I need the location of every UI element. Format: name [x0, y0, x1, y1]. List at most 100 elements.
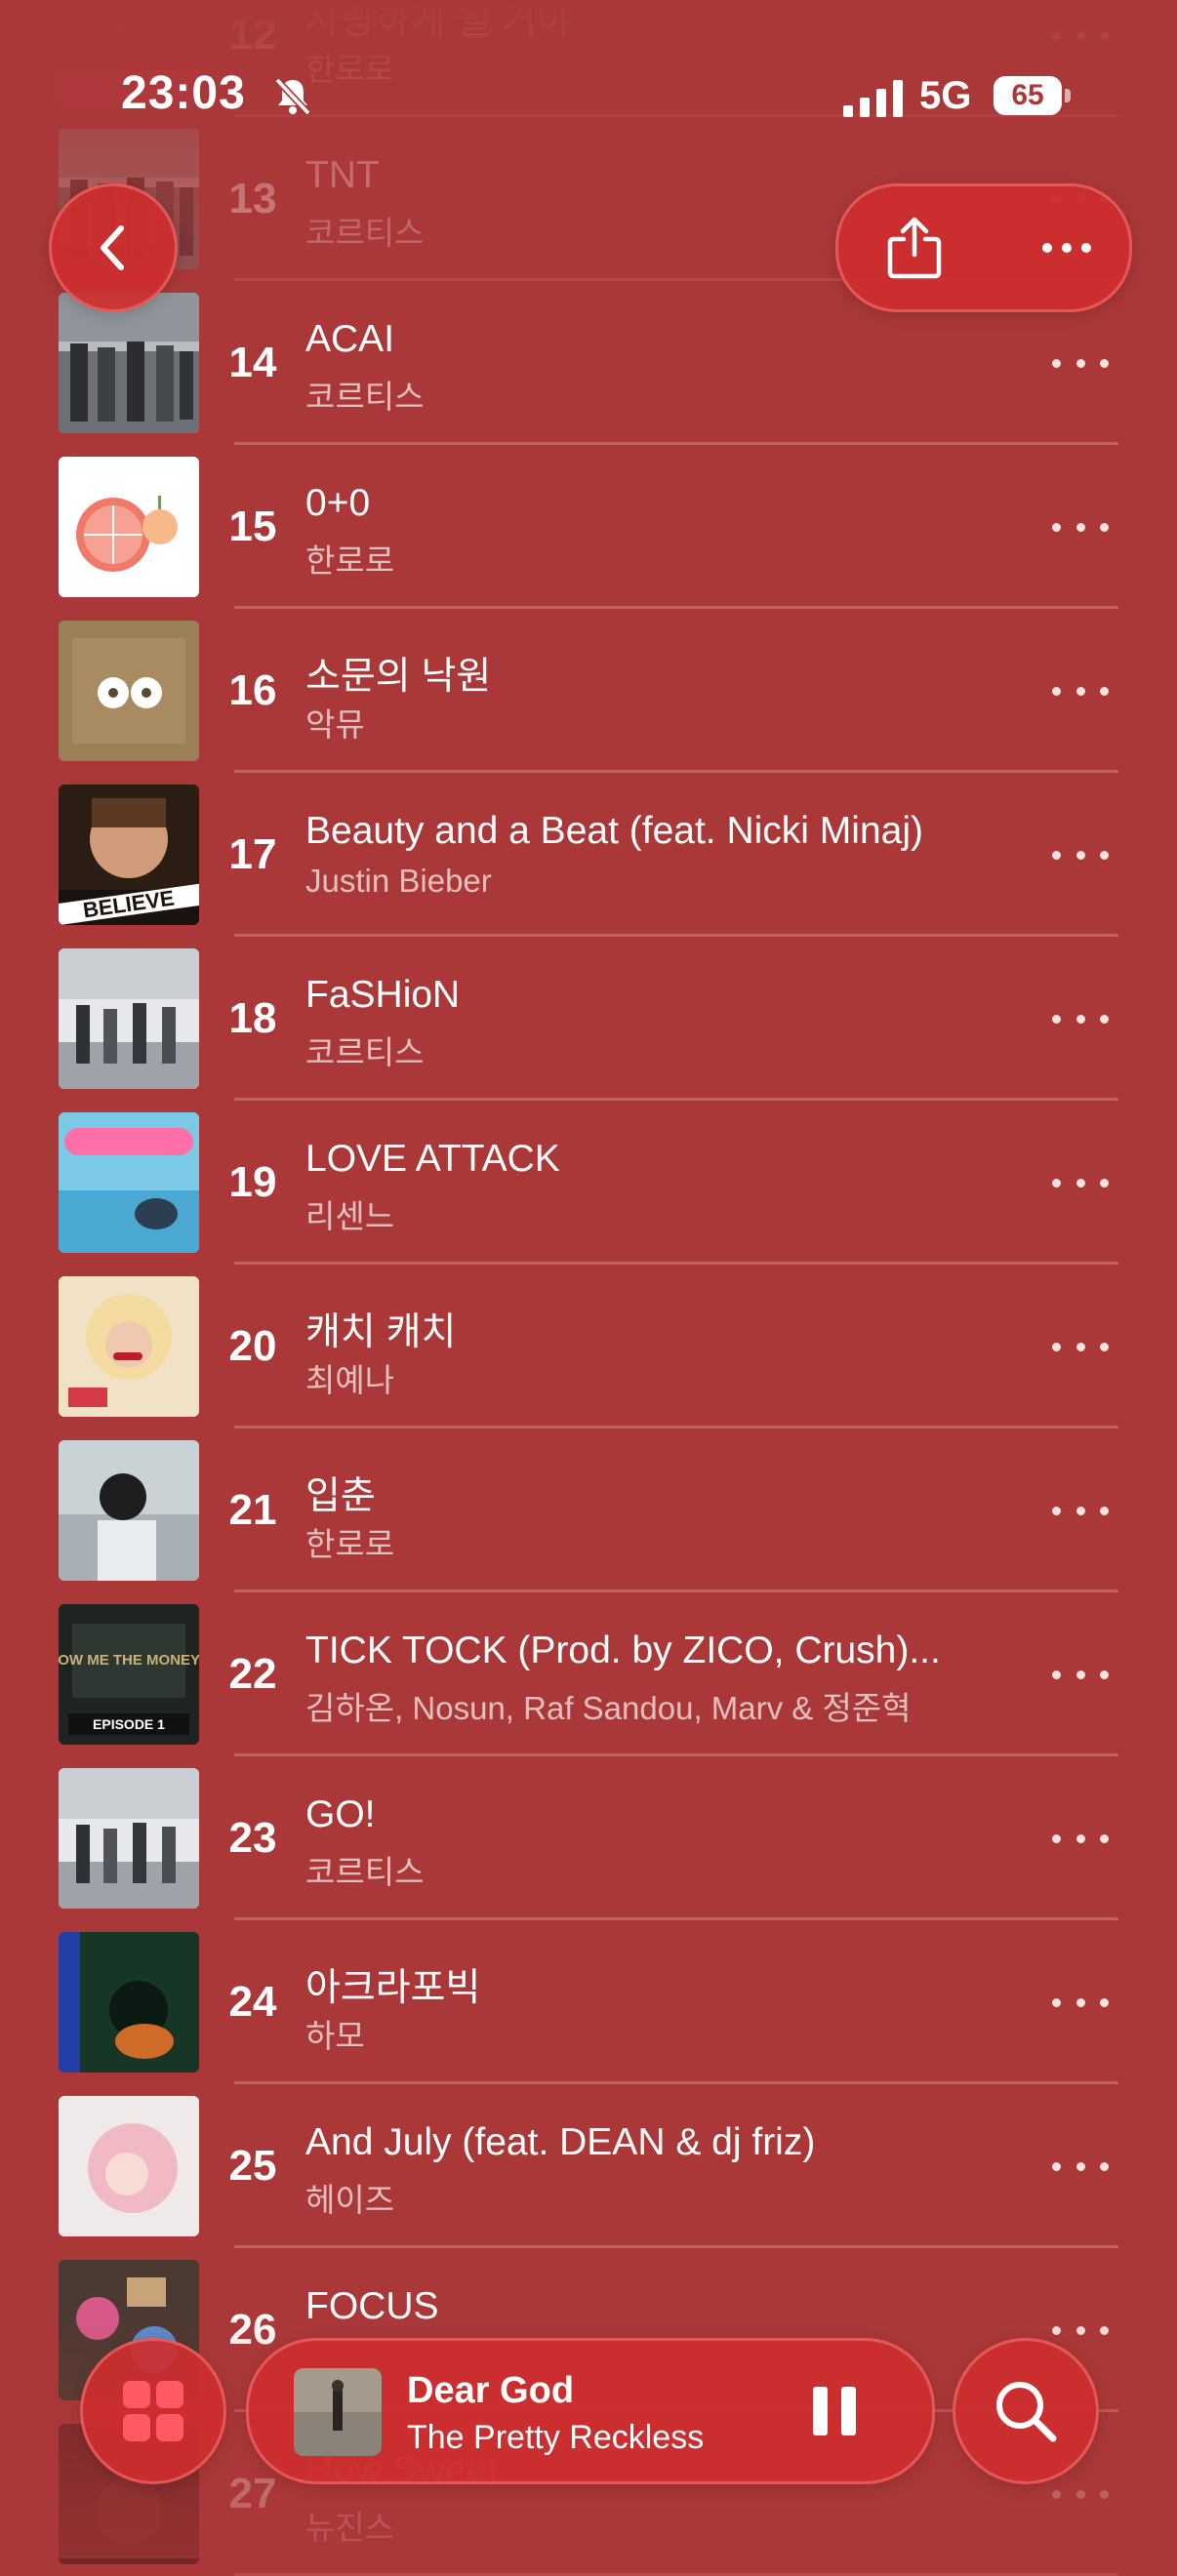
track-number: 21: [228, 1486, 277, 1534]
library-grid-icon: [123, 2381, 183, 2441]
more-icon: [1052, 2161, 1061, 2171]
album-art: [59, 1932, 199, 2073]
album-art: [59, 948, 199, 1089]
track-number: 14: [228, 339, 277, 386]
track-row[interactable]: SHOW ME THE MONEY 12 EPISODE 1 22 TICK TOCK…: [0, 1592, 1177, 1756]
search-icon: [996, 2382, 1057, 2442]
track-title: 0+0: [305, 482, 371, 524]
track-number: 16: [228, 666, 277, 714]
more-icon: [1052, 1506, 1061, 1515]
more-icon: [1052, 850, 1061, 860]
track-row[interactable]: 15 0+0 한로로: [0, 445, 1177, 609]
track-row[interactable]: BELIEVE 17 Beauty and a Beat (feat. Nicki …: [0, 773, 1177, 937]
track-row[interactable]: 16 소문의 낙원악뮤: [0, 609, 1177, 773]
track-title: ACAI: [305, 318, 395, 360]
track-row[interactable]: 24 아크라포빅하모: [0, 1920, 1177, 2084]
status-bar: 23:03 5G 65: [0, 0, 1177, 195]
track-more-button[interactable]: [1052, 509, 1109, 544]
track-artist: 김하온, Nosun, Raf Sandou, Marv & 정준혁: [305, 1690, 912, 1726]
more-icon: [1052, 1014, 1061, 1024]
track-more-button[interactable]: [1052, 1329, 1109, 1364]
track-title: GO!: [305, 1793, 376, 1835]
status-time: 23:03: [121, 67, 246, 119]
track-title: 입춘: [305, 1475, 376, 1517]
now-playing-artwork: [294, 2368, 382, 2456]
track-artist: 코르티스: [305, 379, 425, 415]
track-artist: 한로로: [305, 543, 395, 579]
network-type: 5G: [919, 74, 972, 117]
track-artist: 악뮤: [305, 706, 365, 743]
track-title: 캐치 캐치: [305, 1311, 457, 1353]
back-chevron-icon: [101, 225, 124, 270]
now-playing-title: Dear God: [407, 2370, 575, 2411]
track-artist: 하모: [305, 2018, 365, 2054]
track-artist: 한로로: [305, 1526, 395, 1562]
now-playing-bar[interactable]: Dear God The Pretty Reckless: [246, 2338, 935, 2484]
more-icon: [1052, 1178, 1061, 1187]
track-number: 18: [228, 994, 277, 1042]
battery-tip: [1065, 89, 1071, 102]
pause-icon: [813, 2387, 828, 2435]
track-artist: Justin Bieber: [305, 863, 492, 899]
track-row[interactable]: 19 LOVE ATTACK 리센느: [0, 1101, 1177, 1265]
track-title: And July (feat. DEAN & dj friz): [305, 2121, 816, 2163]
track-more-button[interactable]: [1052, 1985, 1109, 2020]
track-number: 15: [228, 503, 277, 550]
track-more-button[interactable]: [1052, 1001, 1109, 1036]
more-icon: [1052, 358, 1061, 368]
album-art: [59, 293, 199, 433]
track-more-button[interactable]: [1052, 1493, 1109, 1528]
track-more-button[interactable]: [1052, 837, 1109, 872]
track-number: 25: [228, 2142, 277, 2190]
track-row[interactable]: 20 캐치 캐치 최예나: [0, 1265, 1177, 1429]
pause-button[interactable]: [803, 2380, 866, 2442]
share-button[interactable]: [877, 211, 952, 285]
track-title: Beauty and a Beat (feat. Nicki Minaj): [305, 810, 923, 852]
album-art: [59, 2096, 199, 2236]
track-number: 19: [228, 1158, 277, 1206]
more-icon: [1052, 1833, 1061, 1843]
battery-icon: 65: [994, 76, 1072, 115]
track-more-button[interactable]: [1052, 1821, 1109, 1856]
track-title: TICK TOCK (Prod. by ZICO, Crush)...: [305, 1630, 941, 1671]
track-artist: 코르티스: [305, 1034, 425, 1070]
signal-bars-icon: [843, 80, 903, 117]
album-art: [59, 1440, 199, 1581]
track-title: FaSHioN: [305, 974, 461, 1016]
track-artist: 코르티스: [305, 1854, 425, 1890]
share-icon: [887, 217, 942, 279]
more-icon: [1042, 243, 1052, 253]
search-button[interactable]: [953, 2338, 1099, 2484]
album-art: [59, 1276, 199, 1417]
track-row[interactable]: 23 GO! 코르티스: [0, 1756, 1177, 1920]
svg-text:SHOW ME THE MONEY 12: SHOW ME THE MONEY 12: [59, 1652, 199, 1669]
album-art: [59, 1112, 199, 1253]
library-button[interactable]: [80, 2338, 226, 2484]
track-title: 아크라포빅: [305, 1967, 481, 2009]
track-more-button[interactable]: [1052, 1657, 1109, 1692]
back-button[interactable]: [49, 183, 178, 312]
track-more-button[interactable]: [1052, 2149, 1109, 2184]
track-row[interactable]: 25 And July (feat. DEAN & dj friz) 헤이즈: [0, 2084, 1177, 2248]
more-icon: [1052, 1342, 1061, 1351]
now-playing-artist: The Pretty Reckless: [407, 2419, 705, 2456]
album-art: BELIEVE: [59, 785, 199, 925]
more-icon: [1052, 522, 1061, 532]
header-actions: [835, 183, 1132, 312]
track-title: 소문의 낙원: [305, 656, 492, 698]
track-row[interactable]: 18 FaSHioN 코르티스: [0, 937, 1177, 1101]
bell-slash-icon: [274, 77, 311, 116]
track-number: 20: [228, 1322, 277, 1370]
more-button[interactable]: [1030, 211, 1104, 285]
track-number: 24: [228, 1978, 277, 2026]
track-row[interactable]: 21 입춘한로로: [0, 1429, 1177, 1592]
svg-text:EPISODE 1: EPISODE 1: [93, 1716, 165, 1732]
track-more-button[interactable]: [1052, 345, 1109, 381]
more-icon: [1052, 686, 1061, 696]
battery-level: 65: [994, 76, 1062, 115]
more-icon: [1052, 1670, 1061, 1679]
track-more-button[interactable]: [1052, 673, 1109, 708]
album-art: [59, 1768, 199, 1909]
track-more-button[interactable]: [1052, 1165, 1109, 1200]
track-artist: 헤이즈: [305, 2182, 395, 2218]
